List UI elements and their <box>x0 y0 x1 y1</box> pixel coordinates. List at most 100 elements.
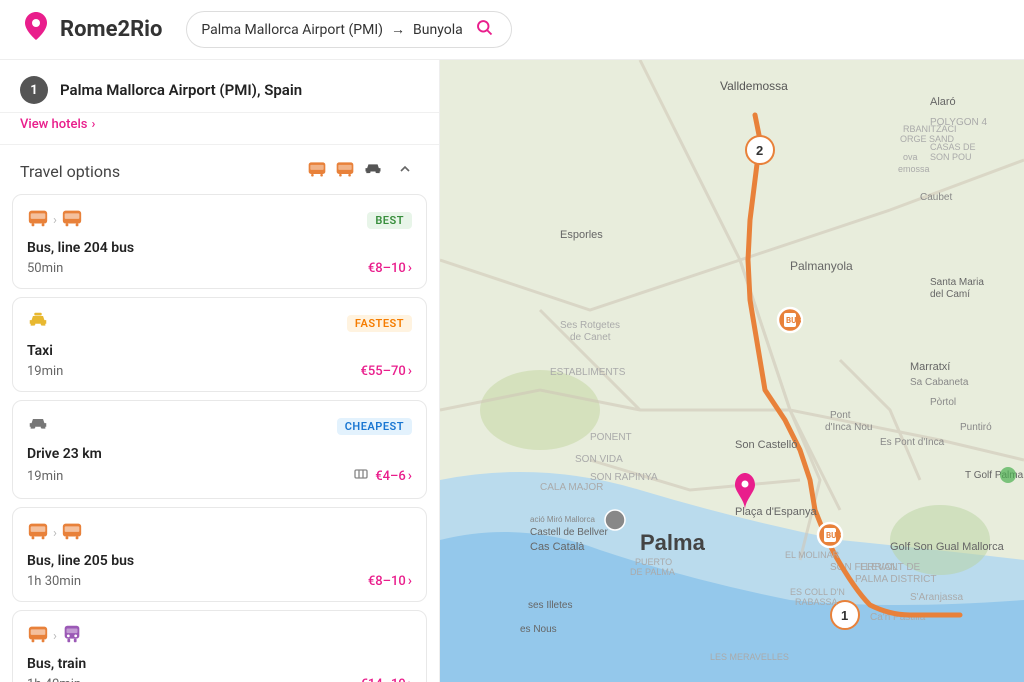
route-icons-taxi <box>27 310 49 337</box>
route-time-bus205: 1h 30min <box>27 574 81 589</box>
map-svg: Valldemossa Alaró POLYGON 4 Caubet Espor… <box>440 60 1024 682</box>
svg-text:SON RAPINYA: SON RAPINYA <box>590 472 658 483</box>
svg-text:1: 1 <box>841 608 848 623</box>
route-time-drive: 19min <box>27 469 63 484</box>
bus-icon-205-2 <box>61 520 83 547</box>
svg-text:Sa Cabaneta: Sa Cabaneta <box>910 377 969 388</box>
svg-text:DE PALMA: DE PALMA <box>630 567 675 577</box>
svg-text:ES COLL D'N: ES COLL D'N <box>790 587 845 597</box>
stop-number: 1 <box>20 76 48 104</box>
train-icon <box>61 623 83 650</box>
collapse-button[interactable] <box>391 159 419 184</box>
svg-text:Valldemossa: Valldemossa <box>720 79 788 93</box>
svg-text:Son Castelló: Son Castelló <box>735 439 797 451</box>
route-price-bus205: €8–10 › <box>368 573 412 589</box>
toll-icon <box>353 466 369 486</box>
route-name-bus-train: Bus, train <box>27 656 412 672</box>
svg-text:ova: ova <box>903 152 918 162</box>
svg-text:ació Miró Mallorca: ació Miró Mallorca <box>530 515 595 524</box>
view-hotels-link[interactable]: View hotels › <box>0 113 439 145</box>
svg-text:S'Aranjassa: S'Aranjassa <box>910 592 963 603</box>
svg-text:Puntiró: Puntiró <box>960 422 992 433</box>
svg-text:es Nous: es Nous <box>520 624 557 635</box>
svg-text:Es Pont d'Inca: Es Pont d'Inca <box>880 437 945 448</box>
svg-text:CASAS DE: CASAS DE <box>930 142 976 152</box>
best-badge: BEST <box>367 212 412 229</box>
bus-icon-train-1 <box>27 623 49 650</box>
svg-text:RBANITZACI: RBANITZACI <box>903 124 957 134</box>
bus-icon-205-1 <box>27 520 49 547</box>
route-time: 50min <box>27 261 63 276</box>
svg-text:CALA MAJOR: CALA MAJOR <box>540 482 603 493</box>
view-hotels-arrow: › <box>91 117 95 132</box>
svg-text:Santa Maria: Santa Maria <box>930 277 984 288</box>
travel-options-header: Travel options <box>0 145 439 194</box>
route-name: Bus, line 204 bus <box>27 240 412 256</box>
svg-text:Palmanyola: Palmanyola <box>790 259 853 273</box>
route-time-taxi: 19min <box>27 364 63 379</box>
svg-text:ses Illetes: ses Illetes <box>528 600 572 611</box>
route-card-bus205[interactable]: › Bus, line 205 bus 1h 30min €8–10 › <box>12 507 427 602</box>
search-button[interactable] <box>471 18 497 41</box>
route-card-drive[interactable]: CHEAPEST Drive 23 km 19min €4–6 › <box>12 400 427 499</box>
logo: Rome2Rio <box>20 10 162 49</box>
svg-text:Caubet: Caubet <box>920 192 952 203</box>
stop-header: 1 Palma Mallorca Airport (PMI), Spain <box>0 60 439 113</box>
search-arrow: → <box>391 21 405 38</box>
svg-text:de Canet: de Canet <box>570 332 611 343</box>
route-cards-container: › BEST Bus, line 204 bus 50min €8–10 › <box>0 194 439 682</box>
svg-text:LLEVANT DE: LLEVANT DE <box>860 562 921 573</box>
svg-text:Plaça d'Espanya: Plaça d'Espanya <box>735 506 817 518</box>
svg-text:EL MOLINAR: EL MOLINAR <box>785 550 840 560</box>
svg-text:Marratxí: Marratxí <box>910 361 950 373</box>
route-price-bus-train: €14–19 › <box>360 676 412 682</box>
svg-text:d'Inca Nou: d'Inca Nou <box>825 422 873 433</box>
taxi-icon <box>27 310 49 337</box>
svg-text:del Camí: del Camí <box>930 289 970 300</box>
header: Rome2Rio Palma Mallorca Airport (PMI) → … <box>0 0 1024 60</box>
svg-text:2: 2 <box>756 143 763 158</box>
svg-text:PALMA DISTRICT: PALMA DISTRICT <box>855 574 937 585</box>
cheapest-badge: CHEAPEST <box>337 418 412 435</box>
route-chevron-train: › <box>53 629 57 644</box>
svg-text:emossa: emossa <box>898 164 930 174</box>
svg-text:Pòrtol: Pòrtol <box>930 397 956 408</box>
svg-text:Alaró: Alaró <box>930 96 956 108</box>
route-price-taxi: €55–70 › <box>360 363 412 379</box>
route-icons: › <box>27 207 83 234</box>
svg-text:PONENT: PONENT <box>590 432 632 443</box>
route-chevron: › <box>53 213 57 228</box>
route-card-bus-train[interactable]: › Bus, train 1h 40min €14–19 › <box>12 610 427 682</box>
route-card-bus204[interactable]: › BEST Bus, line 204 bus 50min €8–10 › <box>12 194 427 289</box>
route-icons-bus205: › <box>27 520 83 547</box>
svg-text:Pont: Pont <box>830 410 851 421</box>
car-icon <box>27 413 49 440</box>
filter-bus-icon[interactable] <box>307 159 327 184</box>
route-icons-drive <box>27 413 49 440</box>
svg-text:RABASSA: RABASSA <box>795 597 838 607</box>
stop-name: Palma Mallorca Airport (PMI), Spain <box>60 81 302 99</box>
route-name-bus205: Bus, line 205 bus <box>27 553 412 569</box>
bus-icon-2 <box>61 207 83 234</box>
bus-icon-1 <box>27 207 49 234</box>
map-panel[interactable]: Valldemossa Alaró POLYGON 4 Caubet Espor… <box>440 60 1024 682</box>
route-card-taxi[interactable]: FASTEST Taxi 19min €55–70 › <box>12 297 427 392</box>
route-icons-bus-train: › <box>27 623 83 650</box>
search-destination: Bunyola <box>413 22 463 38</box>
filter-bus2-icon[interactable] <box>335 159 355 184</box>
route-name-drive: Drive 23 km <box>27 446 412 462</box>
filter-car-icon[interactable] <box>363 159 383 184</box>
fastest-badge: FASTEST <box>347 315 412 332</box>
svg-text:SON POU: SON POU <box>930 152 972 162</box>
route-price-drive: €4–6 › <box>375 468 412 484</box>
logo-icon <box>20 10 52 49</box>
logo-text: Rome2Rio <box>60 17 162 42</box>
svg-text:Golf Son Gual Mallorca: Golf Son Gual Mallorca <box>890 541 1005 553</box>
route-price: €8–10 › <box>368 260 412 276</box>
main-content: 1 Palma Mallorca Airport (PMI), Spain Vi… <box>0 60 1024 682</box>
route-chevron-205: › <box>53 526 57 541</box>
search-bar[interactable]: Palma Mallorca Airport (PMI) → Bunyola <box>186 11 511 48</box>
svg-text:Castell de Bellver: Castell de Bellver <box>530 527 608 538</box>
svg-text:LES MERAVELLES: LES MERAVELLES <box>710 652 789 662</box>
svg-text:Esporles: Esporles <box>560 229 603 241</box>
